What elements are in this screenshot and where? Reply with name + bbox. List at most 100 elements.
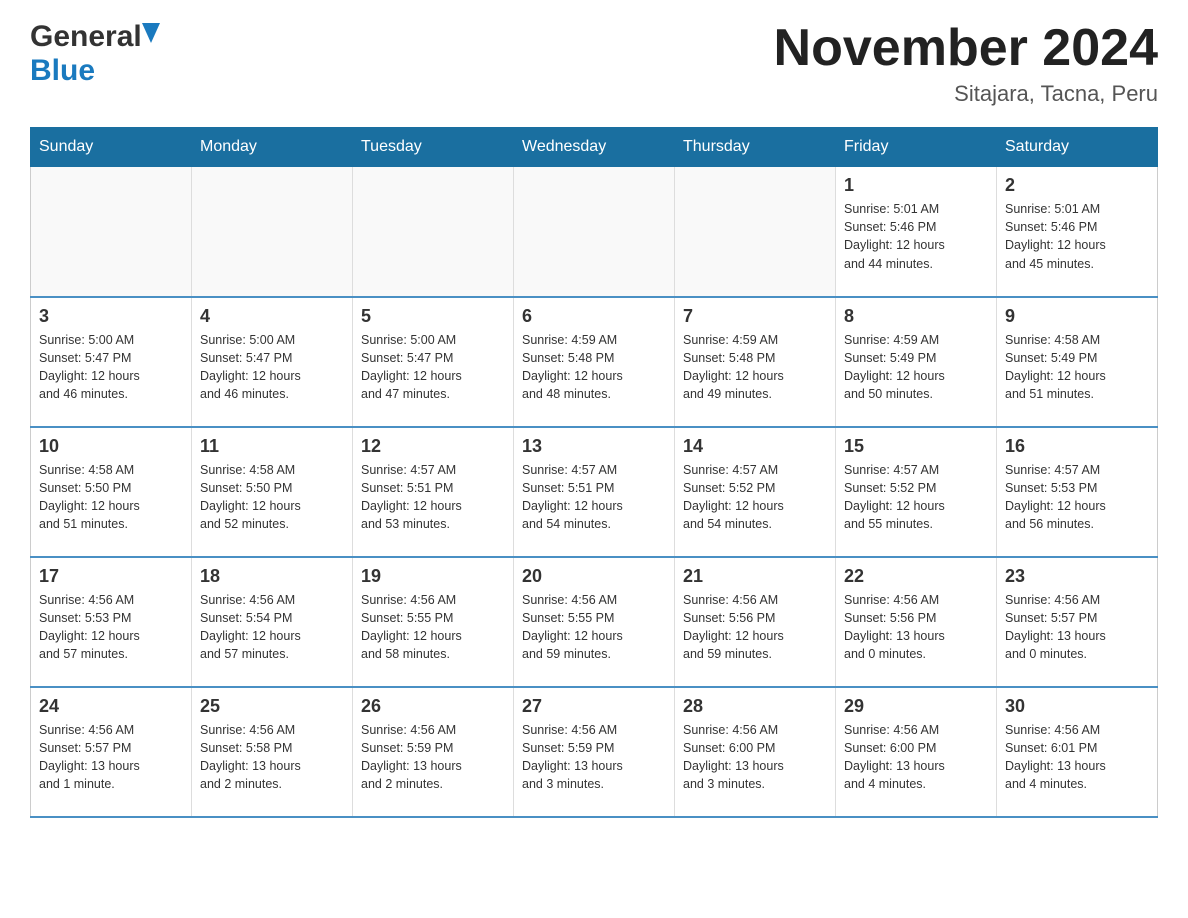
calendar-cell: 14 Sunrise: 4:57 AMSunset: 5:52 PMDayligh… xyxy=(675,427,836,557)
calendar-title: November 2024 xyxy=(774,20,1158,77)
calendar-week-5: 24 Sunrise: 4:56 AMSunset: 5:57 PMDayligh… xyxy=(31,687,1158,817)
calendar-cell: 21 Sunrise: 4:56 AMSunset: 5:56 PMDayligh… xyxy=(675,557,836,687)
day-info: Sunrise: 4:59 AMSunset: 5:48 PMDaylight:… xyxy=(522,331,666,404)
day-info: Sunrise: 4:58 AMSunset: 5:50 PMDaylight:… xyxy=(39,461,183,534)
page-header: General Blue November 2024 Sitajara, Tac… xyxy=(30,20,1158,107)
day-info: Sunrise: 5:01 AMSunset: 5:46 PMDaylight:… xyxy=(1005,200,1149,273)
day-info: Sunrise: 4:56 AMSunset: 5:53 PMDaylight:… xyxy=(39,591,183,664)
day-info: Sunrise: 4:56 AMSunset: 5:58 PMDaylight:… xyxy=(200,721,344,794)
calendar-cell: 13Sunrise: 4:57 AMSunset: 5:51 PMDayligh… xyxy=(514,427,675,557)
day-info: Sunrise: 4:56 AMSunset: 5:57 PMDaylight:… xyxy=(1005,591,1149,664)
calendar-cell xyxy=(31,167,192,297)
day-number: 9 xyxy=(1005,306,1149,327)
calendar-week-3: 10Sunrise: 4:58 AMSunset: 5:50 PMDayligh… xyxy=(31,427,1158,557)
header-saturday: Saturday xyxy=(997,128,1158,167)
day-number: 24 xyxy=(39,696,183,717)
day-info: Sunrise: 4:56 AMSunset: 5:57 PMDaylight:… xyxy=(39,721,183,794)
day-info: Sunrise: 4:57 AMSunset: 5:52 PMDaylight:… xyxy=(844,461,988,534)
day-info: Sunrise: 5:01 AMSunset: 5:46 PMDaylight:… xyxy=(844,200,988,273)
day-info: Sunrise: 4:58 AMSunset: 5:49 PMDaylight:… xyxy=(1005,331,1149,404)
calendar-cell: 29 Sunrise: 4:56 AMSunset: 6:00 PMDayligh… xyxy=(836,687,997,817)
day-info: Sunrise: 4:56 AMSunset: 5:55 PMDaylight:… xyxy=(361,591,505,664)
header-tuesday: Tuesday xyxy=(353,128,514,167)
day-number: 21 xyxy=(683,566,827,587)
calendar-cell: 9 Sunrise: 4:58 AMSunset: 5:49 PMDaylight… xyxy=(997,297,1158,427)
calendar-cell: 7Sunrise: 4:59 AMSunset: 5:48 PMDaylight… xyxy=(675,297,836,427)
header-sunday: Sunday xyxy=(31,128,192,167)
day-number: 20 xyxy=(522,566,666,587)
logo: General Blue xyxy=(30,20,160,88)
calendar-cell: 5 Sunrise: 5:00 AMSunset: 5:47 PMDaylight… xyxy=(353,297,514,427)
day-number: 29 xyxy=(844,696,988,717)
calendar-cell: 30 Sunrise: 4:56 AMSunset: 6:01 PMDayligh… xyxy=(997,687,1158,817)
calendar-title-area: November 2024 Sitajara, Tacna, Peru xyxy=(774,20,1158,107)
calendar-cell: 18 Sunrise: 4:56 AMSunset: 5:54 PMDayligh… xyxy=(192,557,353,687)
calendar-cell: 6 Sunrise: 4:59 AMSunset: 5:48 PMDaylight… xyxy=(514,297,675,427)
day-number: 8 xyxy=(844,306,988,327)
day-number: 15 xyxy=(844,436,988,457)
day-number: 6 xyxy=(522,306,666,327)
calendar-cell: 26 Sunrise: 4:56 AMSunset: 5:59 PMDayligh… xyxy=(353,687,514,817)
calendar-cell: 20 Sunrise: 4:56 AMSunset: 5:55 PMDayligh… xyxy=(514,557,675,687)
calendar-week-2: 3Sunrise: 5:00 AMSunset: 5:47 PMDaylight… xyxy=(31,297,1158,427)
calendar-cell: 16 Sunrise: 4:57 AMSunset: 5:53 PMDayligh… xyxy=(997,427,1158,557)
day-number: 25 xyxy=(200,696,344,717)
calendar-cell xyxy=(675,167,836,297)
calendar-cell: 11 Sunrise: 4:58 AMSunset: 5:50 PMDayligh… xyxy=(192,427,353,557)
day-number: 28 xyxy=(683,696,827,717)
day-number: 11 xyxy=(200,436,344,457)
day-number: 1 xyxy=(844,175,988,196)
day-number: 30 xyxy=(1005,696,1149,717)
calendar-cell xyxy=(514,167,675,297)
day-info: Sunrise: 4:58 AMSunset: 5:50 PMDaylight:… xyxy=(200,461,344,534)
day-number: 22 xyxy=(844,566,988,587)
day-number: 16 xyxy=(1005,436,1149,457)
day-info: Sunrise: 4:56 AMSunset: 5:59 PMDaylight:… xyxy=(361,721,505,794)
header-monday: Monday xyxy=(192,128,353,167)
calendar-cell: 17 Sunrise: 4:56 AMSunset: 5:53 PMDayligh… xyxy=(31,557,192,687)
day-info: Sunrise: 4:59 AMSunset: 5:48 PMDaylight:… xyxy=(683,331,827,404)
day-info: Sunrise: 4:57 AMSunset: 5:53 PMDaylight:… xyxy=(1005,461,1149,534)
day-info: Sunrise: 4:56 AMSunset: 5:56 PMDaylight:… xyxy=(844,591,988,664)
day-info: Sunrise: 5:00 AMSunset: 5:47 PMDaylight:… xyxy=(361,331,505,404)
day-number: 17 xyxy=(39,566,183,587)
day-number: 26 xyxy=(361,696,505,717)
calendar-cell: 23 Sunrise: 4:56 AMSunset: 5:57 PMDayligh… xyxy=(997,557,1158,687)
calendar-cell xyxy=(353,167,514,297)
day-number: 19 xyxy=(361,566,505,587)
header-wednesday: Wednesday xyxy=(514,128,675,167)
calendar-cell: 25 Sunrise: 4:56 AMSunset: 5:58 PMDayligh… xyxy=(192,687,353,817)
calendar-cell: 1 Sunrise: 5:01 AMSunset: 5:46 PMDaylight… xyxy=(836,167,997,297)
day-info: Sunrise: 4:56 AMSunset: 6:00 PMDaylight:… xyxy=(844,721,988,794)
calendar-cell: 22 Sunrise: 4:56 AMSunset: 5:56 PMDayligh… xyxy=(836,557,997,687)
header-thursday: Thursday xyxy=(675,128,836,167)
calendar-cell: 3Sunrise: 5:00 AMSunset: 5:47 PMDaylight… xyxy=(31,297,192,427)
calendar-subtitle: Sitajara, Tacna, Peru xyxy=(774,81,1158,107)
day-number: 18 xyxy=(200,566,344,587)
calendar-header-row: Sunday Monday Tuesday Wednesday Thursday… xyxy=(31,128,1158,167)
day-number: 13 xyxy=(522,436,666,457)
day-info: Sunrise: 5:00 AMSunset: 5:47 PMDaylight:… xyxy=(200,331,344,404)
day-info: Sunrise: 5:00 AMSunset: 5:47 PMDaylight:… xyxy=(39,331,183,404)
calendar-cell: 19 Sunrise: 4:56 AMSunset: 5:55 PMDayligh… xyxy=(353,557,514,687)
day-info: Sunrise: 4:57 AMSunset: 5:52 PMDaylight:… xyxy=(683,461,827,534)
day-number: 5 xyxy=(361,306,505,327)
calendar-cell: 8Sunrise: 4:59 AMSunset: 5:49 PMDaylight… xyxy=(836,297,997,427)
calendar-cell: 4Sunrise: 5:00 AMSunset: 5:47 PMDaylight… xyxy=(192,297,353,427)
logo-general-text: General xyxy=(30,20,142,54)
calendar-table: Sunday Monday Tuesday Wednesday Thursday… xyxy=(30,127,1158,818)
day-info: Sunrise: 4:56 AMSunset: 6:01 PMDaylight:… xyxy=(1005,721,1149,794)
day-number: 23 xyxy=(1005,566,1149,587)
day-info: Sunrise: 4:56 AMSunset: 5:55 PMDaylight:… xyxy=(522,591,666,664)
calendar-cell: 28Sunrise: 4:56 AMSunset: 6:00 PMDayligh… xyxy=(675,687,836,817)
calendar-cell: 12Sunrise: 4:57 AMSunset: 5:51 PMDayligh… xyxy=(353,427,514,557)
day-number: 12 xyxy=(361,436,505,457)
calendar-cell: 2Sunrise: 5:01 AMSunset: 5:46 PMDaylight… xyxy=(997,167,1158,297)
day-info: Sunrise: 4:56 AMSunset: 5:54 PMDaylight:… xyxy=(200,591,344,664)
calendar-week-4: 17 Sunrise: 4:56 AMSunset: 5:53 PMDayligh… xyxy=(31,557,1158,687)
day-number: 14 xyxy=(683,436,827,457)
calendar-cell: 15 Sunrise: 4:57 AMSunset: 5:52 PMDayligh… xyxy=(836,427,997,557)
calendar-cell: 24 Sunrise: 4:56 AMSunset: 5:57 PMDayligh… xyxy=(31,687,192,817)
calendar-cell: 27Sunrise: 4:56 AMSunset: 5:59 PMDayligh… xyxy=(514,687,675,817)
day-info: Sunrise: 4:56 AMSunset: 5:56 PMDaylight:… xyxy=(683,591,827,664)
